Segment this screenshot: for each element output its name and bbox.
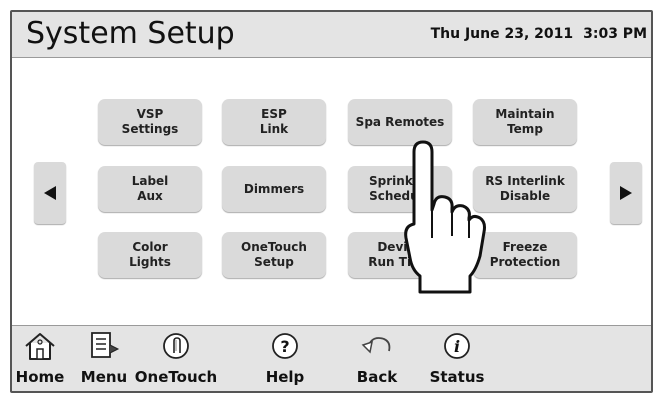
onetouch-button[interactable]: OneTouch: [135, 330, 217, 388]
home-icon: [25, 333, 55, 360]
header-bar: System Setup Thu June 23, 2011 3:03 PM: [12, 12, 651, 58]
label-aux-label: Label Aux: [131, 174, 169, 203]
left-triangle-icon: [44, 186, 56, 200]
status-button[interactable]: i Status: [424, 330, 490, 388]
back-button[interactable]: Back: [352, 330, 402, 388]
onetouch-setup-button[interactable]: OneTouch Setup: [222, 232, 326, 278]
footer-nav: Home Menu OneTouch ? Help Back i Status: [12, 325, 651, 391]
menu-icon: [91, 332, 120, 358]
right-triangle-icon: [620, 186, 632, 200]
dimmers-button[interactable]: Dimmers: [222, 166, 326, 212]
vsp-settings-button[interactable]: VSP Settings: [98, 99, 202, 145]
freeze-protection-label: Freeze Protection: [489, 240, 561, 269]
screen-frame: System Setup Thu June 23, 2011 3:03 PM VS…: [10, 10, 653, 393]
next-page-button[interactable]: [610, 162, 642, 224]
time-label: 3:03 PM: [583, 26, 647, 42]
menu-button[interactable]: Menu: [78, 330, 130, 388]
onetouch-setup-label: OneTouch Setup: [241, 240, 307, 269]
onetouch-label: OneTouch: [134, 368, 218, 386]
back-icon: [361, 337, 391, 354]
onetouch-icon: [163, 333, 189, 359]
home-label: Home: [15, 368, 65, 386]
color-lights-button[interactable]: Color Lights: [98, 232, 202, 278]
spa-remotes-label: Spa Remotes: [355, 114, 445, 129]
sprinkler-schedule-label: Sprinkler Schedule: [369, 174, 431, 203]
help-icon: ?: [272, 333, 298, 359]
device-run-time-label: Device Run Time: [368, 240, 432, 269]
device-run-time-button[interactable]: Device Run Time: [348, 232, 452, 278]
home-button[interactable]: Home: [14, 330, 66, 388]
help-button[interactable]: ? Help: [260, 330, 310, 388]
esp-link-label: ESP Link: [259, 107, 289, 136]
date-time: Thu June 23, 2011 3:03 PM: [431, 26, 647, 42]
rs-interlink-disable-button[interactable]: RS Interlink Disable: [473, 166, 577, 212]
maintain-temp-button[interactable]: Maintain Temp: [473, 99, 577, 145]
back-label: Back: [356, 368, 398, 386]
label-aux-button[interactable]: Label Aux: [98, 166, 202, 212]
spa-remotes-button[interactable]: Spa Remotes: [348, 99, 452, 145]
help-label: Help: [265, 368, 305, 386]
esp-link-button[interactable]: ESP Link: [222, 99, 326, 145]
rs-interlink-disable-label: RS Interlink Disable: [485, 174, 565, 203]
svg-text:?: ?: [280, 337, 289, 356]
status-label: Status: [429, 368, 485, 386]
sprinkler-schedule-button[interactable]: Sprinkler Schedule: [348, 166, 452, 212]
svg-text:i: i: [454, 337, 460, 356]
dimmers-label: Dimmers: [243, 181, 305, 196]
vsp-settings-label: VSP Settings: [121, 107, 179, 136]
page-title: System Setup: [26, 16, 235, 51]
menu-label: Menu: [80, 368, 128, 386]
freeze-protection-button[interactable]: Freeze Protection: [473, 232, 577, 278]
info-icon: i: [444, 333, 470, 359]
color-lights-label: Color Lights: [129, 240, 171, 269]
prev-page-button[interactable]: [34, 162, 66, 224]
date-label: Thu June 23, 2011: [430, 26, 574, 42]
maintain-temp-label: Maintain Temp: [495, 107, 555, 136]
